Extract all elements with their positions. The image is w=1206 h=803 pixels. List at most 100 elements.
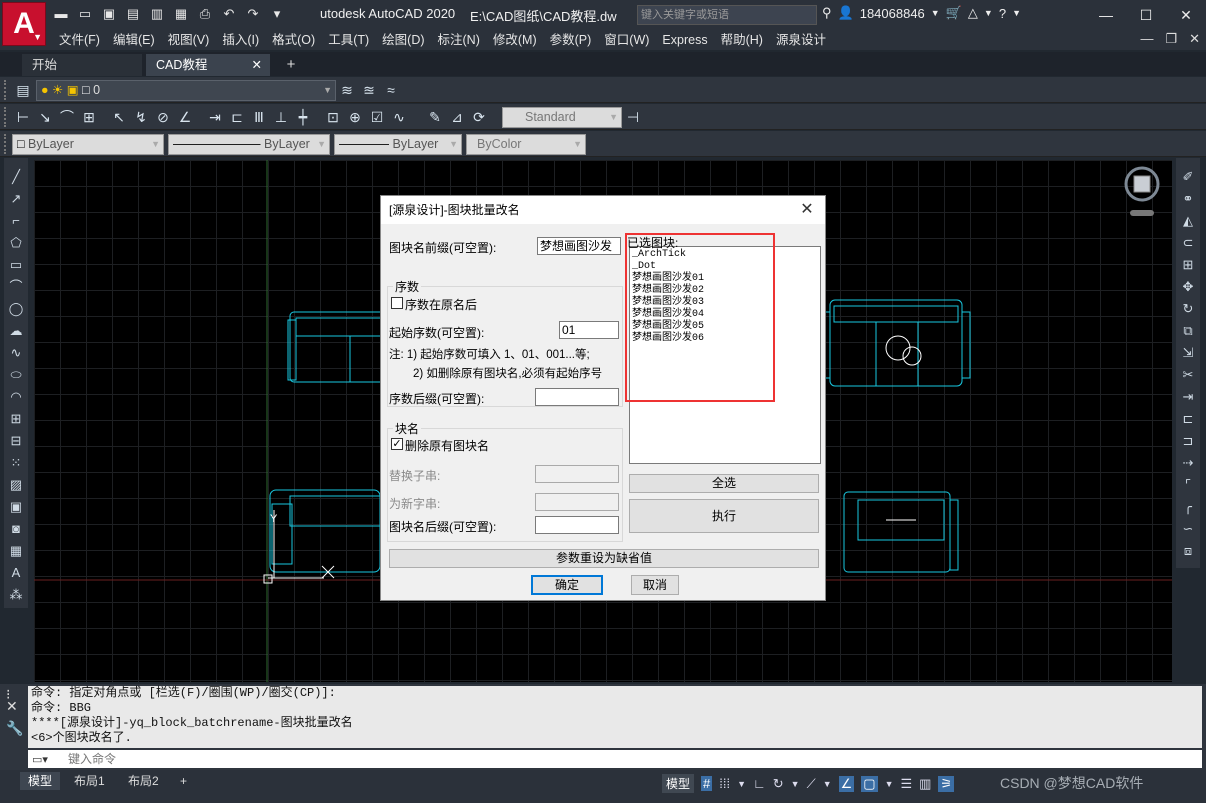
- customize-wrench-icon[interactable]: 🔧: [6, 720, 23, 737]
- user-icon[interactable]: 👤: [838, 5, 854, 21]
- plot-icon[interactable]: ⎙: [196, 5, 214, 23]
- jogged-linear-icon[interactable]: ∿: [390, 108, 408, 126]
- toolbar-grip[interactable]: [4, 107, 8, 127]
- menu-item[interactable]: 格式(O): [271, 31, 327, 49]
- seq-after-name-checkbox[interactable]: [391, 297, 403, 309]
- polar-icon[interactable]: ↻: [773, 776, 784, 792]
- hatch-icon[interactable]: ▨: [7, 476, 25, 494]
- ortho-icon[interactable]: ∟: [753, 776, 766, 791]
- make-block-icon[interactable]: ⊟: [7, 432, 25, 450]
- extend-icon[interactable]: ⇥: [1179, 388, 1197, 406]
- mtext-icon[interactable]: A: [7, 564, 25, 582]
- dim-text-edit-icon[interactable]: ⊿: [448, 108, 466, 126]
- menu-item[interactable]: 插入(I): [221, 31, 271, 49]
- rotate-icon[interactable]: ↻: [1179, 300, 1197, 318]
- ellipse-icon[interactable]: ⬭: [7, 366, 25, 384]
- plotstyle-dropdown[interactable]: ByColor ▼: [466, 134, 586, 155]
- grid-icon[interactable]: #: [701, 776, 713, 791]
- chamfer-icon[interactable]: ⌜: [1179, 476, 1197, 494]
- reset-defaults-button[interactable]: 参数重设为缺省值: [389, 549, 819, 568]
- object-snap-tracking-icon[interactable]: ∠: [838, 775, 855, 792]
- toolbar-grip[interactable]: [4, 134, 8, 154]
- cart-icon[interactable]: 🛒: [946, 5, 962, 21]
- binoculars-icon[interactable]: ⚲: [822, 5, 832, 21]
- exchange-icon[interactable]: △: [968, 5, 978, 21]
- arc-length-icon[interactable]: ⌒: [58, 108, 76, 126]
- quick-dim-icon[interactable]: ⇥: [206, 108, 224, 126]
- continue-dim-icon[interactable]: Ⅲ: [250, 108, 268, 126]
- dim-style-manager-icon[interactable]: ⊣: [624, 108, 642, 126]
- ordinate-dim-icon[interactable]: ⊞: [80, 108, 98, 126]
- selected-blocks-list[interactable]: _ArchTick _Dot 梦想画图沙发01 梦想画图沙发02 梦想画图沙发03 梦想画…: [629, 246, 821, 464]
- new-sub-input[interactable]: [535, 493, 619, 511]
- array-icon[interactable]: ⊞: [1179, 256, 1197, 274]
- make-current-layer-icon[interactable]: ≋: [338, 81, 356, 99]
- isodraft-dropdown-icon[interactable]: ▼: [823, 779, 832, 789]
- tab-start[interactable]: 开始: [22, 54, 142, 76]
- polygon-icon[interactable]: ⬠: [7, 234, 25, 252]
- menu-item[interactable]: 修改(M): [492, 31, 549, 49]
- save-web-icon[interactable]: ▦: [172, 5, 190, 23]
- open-web-icon[interactable]: ▥: [148, 5, 166, 23]
- command-prompt-icon[interactable]: ▭▾: [32, 751, 48, 769]
- save-icon[interactable]: ▣: [100, 5, 118, 23]
- close-tab-icon[interactable]: ✕: [252, 54, 262, 76]
- select-all-button[interactable]: 全选: [629, 474, 819, 493]
- join-icon[interactable]: ⇢: [1179, 454, 1197, 472]
- cancel-button[interactable]: 取消: [631, 575, 679, 595]
- circle-icon[interactable]: ◯: [7, 300, 25, 318]
- linetype-dropdown[interactable]: ——————— ByLayer ▼: [168, 134, 330, 155]
- revcloud-icon[interactable]: ☁: [7, 322, 25, 340]
- linear-dim-icon[interactable]: ⊢: [14, 108, 32, 126]
- app-menu-button[interactable]: A ▼: [2, 2, 46, 46]
- copy-icon[interactable]: ⚭: [1179, 190, 1197, 208]
- menu-item[interactable]: 源泉设计: [775, 31, 838, 49]
- explode-icon[interactable]: ⧈: [1179, 542, 1197, 560]
- replace-sub-input[interactable]: [535, 465, 619, 483]
- menu-item[interactable]: 标注(N): [437, 31, 492, 49]
- close-icon[interactable]: ✕: [1166, 0, 1206, 30]
- diameter-dim-icon[interactable]: ⊘: [154, 108, 172, 126]
- tolerance-icon[interactable]: ⊡: [324, 108, 342, 126]
- tab-layout1[interactable]: 布局1: [66, 772, 113, 790]
- layer-dropdown[interactable]: ● ☀ ▣ □ 0 ▼: [36, 80, 336, 101]
- offset-icon[interactable]: ⊂: [1179, 234, 1197, 252]
- region-icon[interactable]: ◙: [7, 520, 25, 538]
- radius-dim-icon[interactable]: ↖: [110, 108, 128, 126]
- insert-block-icon[interactable]: ⊞: [7, 410, 25, 428]
- snap-icon[interactable]: ⁞⁞⁞: [719, 776, 730, 791]
- angular-dim-icon[interactable]: ∠: [176, 108, 194, 126]
- isodraft-icon[interactable]: ⟋: [807, 776, 816, 792]
- minimize-icon[interactable]: —: [1086, 0, 1126, 30]
- layer-state-icon[interactable]: ≈: [382, 81, 400, 99]
- annotation-scale-icon[interactable]: ⚞: [938, 775, 955, 792]
- lineweight-dropdown[interactable]: ———— ByLayer ▼: [334, 134, 462, 155]
- tab-layout2[interactable]: 布局2: [120, 772, 167, 790]
- polar-dropdown-icon[interactable]: ▼: [791, 779, 800, 789]
- menu-item[interactable]: 窗口(W): [603, 31, 661, 49]
- list-item[interactable]: 梦想画图沙发04: [630, 309, 820, 321]
- menu-item[interactable]: 工具(T): [327, 31, 381, 49]
- doc-restore-icon[interactable]: ❐: [1165, 31, 1177, 47]
- erase-icon[interactable]: ✐: [1179, 168, 1197, 186]
- open-folder-icon[interactable]: ▭: [76, 5, 94, 23]
- start-seq-input[interactable]: 01: [559, 321, 619, 339]
- doc-close-icon[interactable]: ✕: [1189, 31, 1200, 47]
- layer-properties-icon[interactable]: ▤: [14, 81, 32, 99]
- dim-space-icon[interactable]: ⊥: [272, 108, 290, 126]
- exchange-dropdown-icon[interactable]: ▼: [984, 8, 993, 18]
- delete-original-checkbox[interactable]: ✓: [391, 438, 403, 450]
- redo-icon[interactable]: ↷: [244, 5, 262, 23]
- new-tab-button[interactable]: +: [280, 55, 302, 75]
- close-command-icon[interactable]: ✕: [6, 698, 18, 715]
- dim-edit-icon[interactable]: ✎: [426, 108, 444, 126]
- undo-icon[interactable]: ↶: [220, 5, 238, 23]
- ellipse-arc-icon[interactable]: ◠: [7, 388, 25, 406]
- blend-curves-icon[interactable]: ∽: [1179, 520, 1197, 538]
- viewcube[interactable]: [1124, 166, 1160, 216]
- jogged-dim-icon[interactable]: ↯: [132, 108, 150, 126]
- rectangle-icon[interactable]: ▭: [7, 256, 25, 274]
- object-snap-icon[interactable]: ▢: [861, 775, 878, 792]
- add-selected-icon[interactable]: ⁂: [7, 586, 25, 604]
- menu-item[interactable]: 编辑(E): [112, 31, 167, 49]
